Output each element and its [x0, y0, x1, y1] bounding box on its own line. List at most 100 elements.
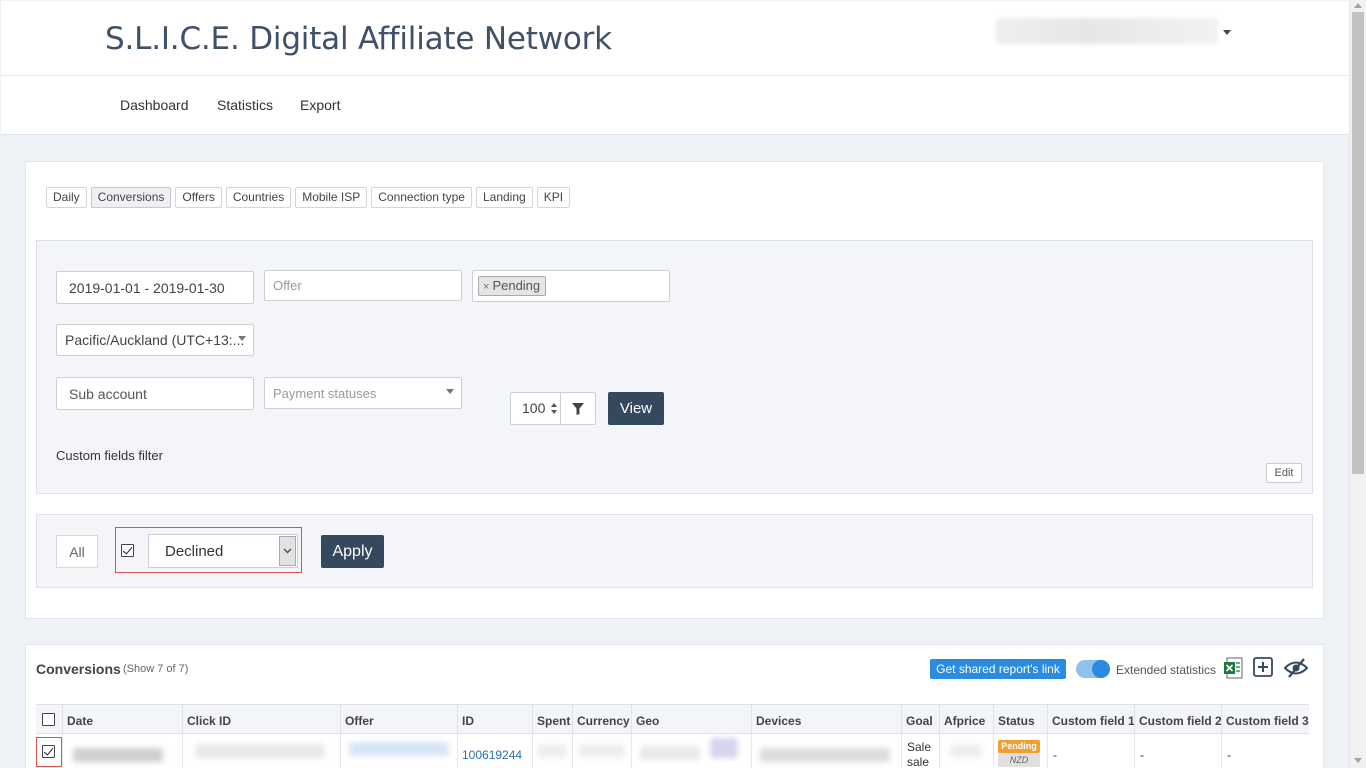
remove-tag-icon[interactable]: ×	[483, 281, 489, 293]
tab-daily[interactable]: Daily	[46, 187, 87, 208]
redacted-currency	[579, 744, 625, 758]
column-header-goal[interactable]: Goal	[901, 705, 939, 735]
conversions-table-header: Date Click ID Offer ID Spent Currency Ge…	[36, 704, 1309, 735]
select-all-rows-checkbox[interactable]	[42, 713, 55, 726]
cell-goal: Sale sale	[901, 734, 939, 768]
column-header-currency[interactable]: Currency	[572, 705, 631, 735]
top-header: S.L.I.C.E. Digital Affiliate Network	[1, 1, 1349, 76]
per-page-value: 100	[522, 400, 546, 416]
nav-dashboard[interactable]: Dashboard	[120, 97, 189, 113]
redacted-geo	[640, 746, 700, 760]
tab-landing[interactable]: Landing	[475, 187, 533, 208]
column-header-id[interactable]: ID	[457, 705, 532, 735]
column-header-date[interactable]: Date	[62, 705, 182, 735]
column-header-offer[interactable]: Offer	[340, 705, 457, 735]
payment-statuses-caret-icon	[446, 389, 454, 394]
redacted-geo-flag	[710, 738, 738, 758]
nav-statistics[interactable]: Statistics	[217, 97, 273, 113]
tab-connection-type[interactable]: Connection type	[371, 187, 472, 208]
extended-statistics-toggle[interactable]	[1076, 660, 1110, 678]
bulk-status-checkbox[interactable]	[121, 544, 134, 557]
cell-offer	[340, 734, 457, 768]
column-header-spent[interactable]: Spent	[532, 705, 572, 735]
scroll-thumb[interactable]	[1352, 12, 1364, 474]
redacted-afprice	[950, 744, 982, 758]
custom-field-2-value: -	[1140, 748, 1144, 762]
report-tabs: Daily Conversions Offers Countries Mobil…	[46, 187, 571, 208]
payment-statuses-placeholder: Payment statuses	[273, 385, 377, 401]
edit-custom-fields-button[interactable]: Edit	[1266, 463, 1302, 483]
sub-account-input[interactable]: Sub account	[56, 377, 254, 410]
table-row[interactable]: 100619244 Sale sale - - -	[36, 734, 1309, 768]
cell-date	[62, 734, 182, 768]
column-header-custom-field-1[interactable]: Custom field 1	[1047, 705, 1135, 735]
conversion-id-link[interactable]: 100619244	[462, 748, 522, 762]
column-header-click-id[interactable]: Click ID	[182, 705, 340, 735]
column-header-custom-field-2[interactable]: Custom field 2	[1134, 705, 1222, 735]
tab-mobile-isp[interactable]: Mobile ISP	[295, 187, 368, 208]
scroll-down-arrow-icon[interactable]	[1354, 758, 1362, 763]
header-select-cell	[36, 705, 62, 735]
status-tag-label: Pending	[492, 278, 541, 293]
redacted-spent	[537, 744, 567, 758]
page-scrollbar[interactable]	[1349, 0, 1366, 768]
scroll-up-arrow-icon[interactable]	[1354, 3, 1362, 8]
brand-title[interactable]: S.L.I.C.E. Digital Affiliate Network	[105, 21, 612, 57]
nav-export[interactable]: Export	[300, 97, 340, 113]
tab-offers[interactable]: Offers	[175, 187, 222, 208]
shared-report-link-button[interactable]: Get shared report's link	[930, 659, 1066, 679]
cell-devices	[751, 734, 901, 768]
cell-click-id	[182, 734, 340, 768]
hide-columns-eye-icon[interactable]	[1283, 657, 1309, 679]
excel-export-icon[interactable]	[1223, 657, 1243, 680]
column-header-devices[interactable]: Devices	[751, 705, 901, 735]
cell-custom-field-3: -	[1221, 734, 1309, 768]
column-header-afprice[interactable]: Afprice	[939, 705, 993, 735]
custom-fields-filter-label: Custom fields filter	[56, 448, 163, 463]
column-header-geo[interactable]: Geo	[631, 705, 751, 735]
filter-toggle-button[interactable]	[560, 392, 596, 425]
add-column-icon[interactable]	[1253, 657, 1273, 677]
caret-down-icon[interactable]	[1223, 30, 1231, 35]
view-button[interactable]: View	[608, 392, 664, 425]
tab-kpi[interactable]: KPI	[536, 187, 571, 208]
timezone-caret-icon	[238, 336, 246, 341]
user-account-menu[interactable]	[996, 18, 1218, 44]
redacted-offer	[349, 742, 449, 756]
payment-statuses-select[interactable]: Payment statuses	[264, 377, 462, 409]
select-all-button[interactable]: All	[56, 535, 98, 568]
custom-field-1-value: -	[1053, 748, 1057, 762]
funnel-icon	[572, 402, 584, 415]
redacted-date	[73, 748, 163, 762]
cell-spent	[532, 734, 572, 768]
date-range-input[interactable]: 2019-01-01 - 2019-01-30	[56, 271, 254, 304]
apply-button[interactable]: Apply	[321, 535, 384, 568]
status-badge: Pending	[998, 740, 1040, 753]
offer-placeholder: Offer	[273, 278, 302, 293]
conversions-title: Conversions	[36, 661, 121, 677]
bulk-status-dropdown-arrow[interactable]	[279, 536, 296, 566]
goal-line-2: sale	[907, 755, 930, 768]
column-header-status[interactable]: Status	[993, 705, 1047, 735]
column-header-custom-field-3[interactable]: Custom field 3	[1221, 705, 1309, 735]
timezone-value: Pacific/Auckland (UTC+13:...	[65, 332, 245, 348]
timezone-select[interactable]: Pacific/Auckland (UTC+13:...	[56, 324, 254, 356]
custom-field-3-value: -	[1227, 748, 1231, 762]
spin-down-icon[interactable]	[551, 410, 557, 414]
offer-input[interactable]: Offer	[264, 270, 462, 301]
chevron-down-icon	[283, 548, 292, 554]
cell-afprice	[939, 734, 993, 768]
currency-badge: NZD	[998, 753, 1040, 767]
per-page-input[interactable]: 100	[510, 392, 561, 425]
status-tag-pending[interactable]: × Pending	[478, 276, 547, 296]
redacted-click-id	[195, 744, 325, 758]
cell-geo	[631, 734, 751, 768]
bulk-status-select[interactable]: Declined	[148, 534, 298, 568]
tab-conversions[interactable]: Conversions	[90, 187, 172, 208]
spin-up-icon[interactable]	[551, 403, 557, 407]
main-nav: Dashboard Statistics Export	[1, 76, 1349, 135]
date-range-value: 2019-01-01 - 2019-01-30	[69, 279, 225, 296]
cell-custom-field-2: -	[1134, 734, 1221, 768]
cell-id: 100619244	[457, 734, 532, 768]
tab-countries[interactable]: Countries	[225, 187, 292, 208]
